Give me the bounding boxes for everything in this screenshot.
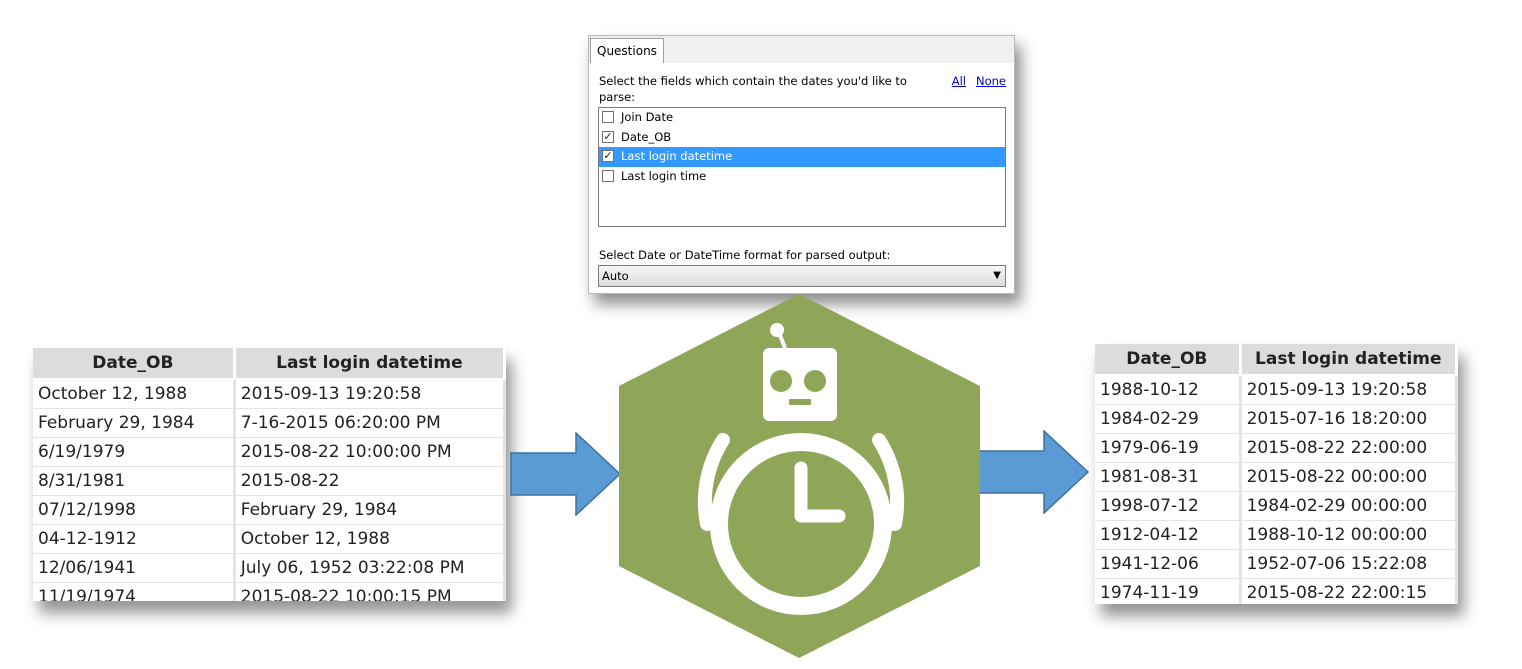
table-row: October 12, 1988 2015-09-13 19:20:58	[33, 379, 506, 409]
table-cell: 7-16-2015 06:20:00 PM	[234, 408, 506, 438]
field-item-last-login-datetime[interactable]: ✓ Last login datetime	[599, 147, 1005, 167]
table-cell: 12/06/1941	[33, 553, 236, 583]
table-header-row: Date_OB Last login datetime	[33, 348, 506, 380]
column-header: Last login datetime	[1240, 344, 1458, 376]
table-cell: 2015-08-22 22:00:00	[1240, 433, 1458, 463]
table-row: 1912-04-12 1988-10-12 00:00:00	[1095, 520, 1458, 550]
table-cell: 1952-07-06 15:22:08	[1240, 549, 1458, 579]
table-cell: 1981-08-31	[1095, 462, 1242, 492]
table-cell: 1912-04-12	[1095, 520, 1242, 550]
table-row: 6/19/1979 2015-08-22 10:00:00 PM	[33, 437, 506, 467]
table-cell: 1984-02-29 00:00:00	[1240, 491, 1458, 521]
table-cell: 1979-06-19	[1095, 433, 1242, 463]
questions-panel: Select the fields which contain the date…	[589, 63, 1014, 293]
table-cell: October 12, 1988	[234, 524, 506, 554]
table-row: February 29, 1984 7-16-2015 06:20:00 PM	[33, 408, 506, 438]
table-cell: 2015-07-16 18:20:00	[1240, 404, 1458, 434]
checkbox[interactable]	[602, 169, 614, 182]
table-cell: 2015-08-22 10:00:15 PM	[234, 582, 506, 601]
output-data-table: Date_OB Last login datetime 1988-10-12 20…	[1095, 344, 1458, 604]
table-cell: 1941-12-06	[1095, 549, 1242, 579]
chevron-down-icon[interactable]: ▼	[993, 266, 1001, 286]
table-header-row: Date_OB Last login datetime	[1095, 344, 1458, 376]
field-label: Date_OB	[621, 129, 672, 144]
table-cell: 8/31/1981	[33, 466, 236, 496]
column-header: Date_OB	[33, 348, 236, 380]
select-links: All None	[942, 73, 1006, 89]
table-cell: February 29, 1984	[234, 495, 506, 525]
table-cell: 1984-02-29	[1095, 404, 1242, 434]
table-cell: 2015-09-13 19:20:58	[234, 379, 506, 409]
arrow-right-icon	[510, 432, 622, 516]
field-item-last-login-time[interactable]: Last login time	[599, 167, 1005, 187]
date-parser-config-dialog: Questions Select the fields which contai…	[588, 35, 1015, 294]
table-cell: 6/19/1979	[33, 437, 236, 467]
robot-clock-icon	[619, 294, 980, 658]
table-row: 1984-02-29 2015-07-16 18:20:00	[1095, 404, 1458, 434]
select-none-link[interactable]: None	[976, 74, 1006, 88]
table-cell: July 06, 1952 03:22:08 PM	[234, 553, 506, 583]
table-cell: 1998-07-12	[1095, 491, 1242, 521]
table-cell: 11/19/1974	[33, 582, 236, 601]
table-row: 1981-08-31 2015-08-22 00:00:00	[1095, 462, 1458, 492]
table-row: 1988-10-12 2015-09-13 19:20:58	[1095, 375, 1458, 405]
column-header: Date_OB	[1095, 344, 1242, 376]
table-row: 8/31/1981 2015-08-22	[33, 466, 506, 496]
table-cell: February 29, 1984	[33, 408, 236, 438]
tab-questions[interactable]: Questions	[590, 38, 664, 63]
table-cell: 1988-10-12 00:00:00	[1240, 520, 1458, 550]
checkbox[interactable]: ✓	[602, 130, 614, 143]
arrow-right-icon	[978, 430, 1090, 514]
fields-listbox[interactable]: Join Date ✓ Date_OB ✓ Last login datetim…	[598, 107, 1006, 227]
table-row: 1998-07-12 1984-02-29 00:00:00	[1095, 491, 1458, 521]
table-row: 04-12-1912 October 12, 1988	[33, 524, 506, 554]
checkbox[interactable]: ✓	[602, 150, 614, 162]
select-all-link[interactable]: All	[952, 74, 966, 88]
field-label: Last login time	[621, 168, 707, 183]
table-cell: 2015-09-13 19:20:58	[1240, 375, 1458, 405]
checkbox[interactable]	[602, 111, 614, 123]
format-dropdown[interactable]: Auto ▼	[598, 265, 1006, 287]
field-item-join-date[interactable]: Join Date	[599, 108, 1005, 128]
table-cell: 2015-08-22 22:00:15	[1240, 578, 1458, 604]
table-row: 1974-11-19 2015-08-22 22:00:15	[1095, 578, 1458, 604]
format-prompt: Select Date or DateTime format for parse…	[599, 248, 891, 262]
field-item-date-ob[interactable]: ✓ Date_OB	[599, 128, 1005, 148]
table-row: 11/19/1974 2015-08-22 10:00:15 PM	[33, 582, 506, 601]
table-row: 12/06/1941 July 06, 1952 03:22:08 PM	[33, 553, 506, 583]
field-label: Join Date	[621, 110, 674, 124]
table-cell: 2015-08-22 00:00:00	[1240, 462, 1458, 492]
table-cell: 2015-08-22 10:00:00 PM	[234, 437, 506, 467]
table-row: 1979-06-19 2015-08-22 22:00:00	[1095, 433, 1458, 463]
table-row: 1941-12-06 1952-07-06 15:22:08	[1095, 549, 1458, 579]
tab-strip: Questions	[589, 36, 1014, 64]
fields-prompt: Select the fields which contain the date…	[599, 74, 907, 104]
table-cell: 2015-08-22	[234, 466, 506, 496]
table-cell: 1988-10-12	[1095, 375, 1242, 405]
table-cell: 1974-11-19	[1095, 578, 1242, 604]
table-cell: 07/12/1998	[33, 495, 236, 525]
input-data-table: Date_OB Last login datetime October 12, …	[33, 348, 506, 601]
table-cell: 04-12-1912	[33, 524, 236, 554]
field-label: Last login datetime	[621, 149, 733, 163]
column-header: Last login datetime	[234, 348, 506, 380]
format-selected-value: Auto	[602, 269, 629, 283]
table-cell: October 12, 1988	[33, 379, 236, 409]
table-row: 07/12/1998 February 29, 1984	[33, 495, 506, 525]
